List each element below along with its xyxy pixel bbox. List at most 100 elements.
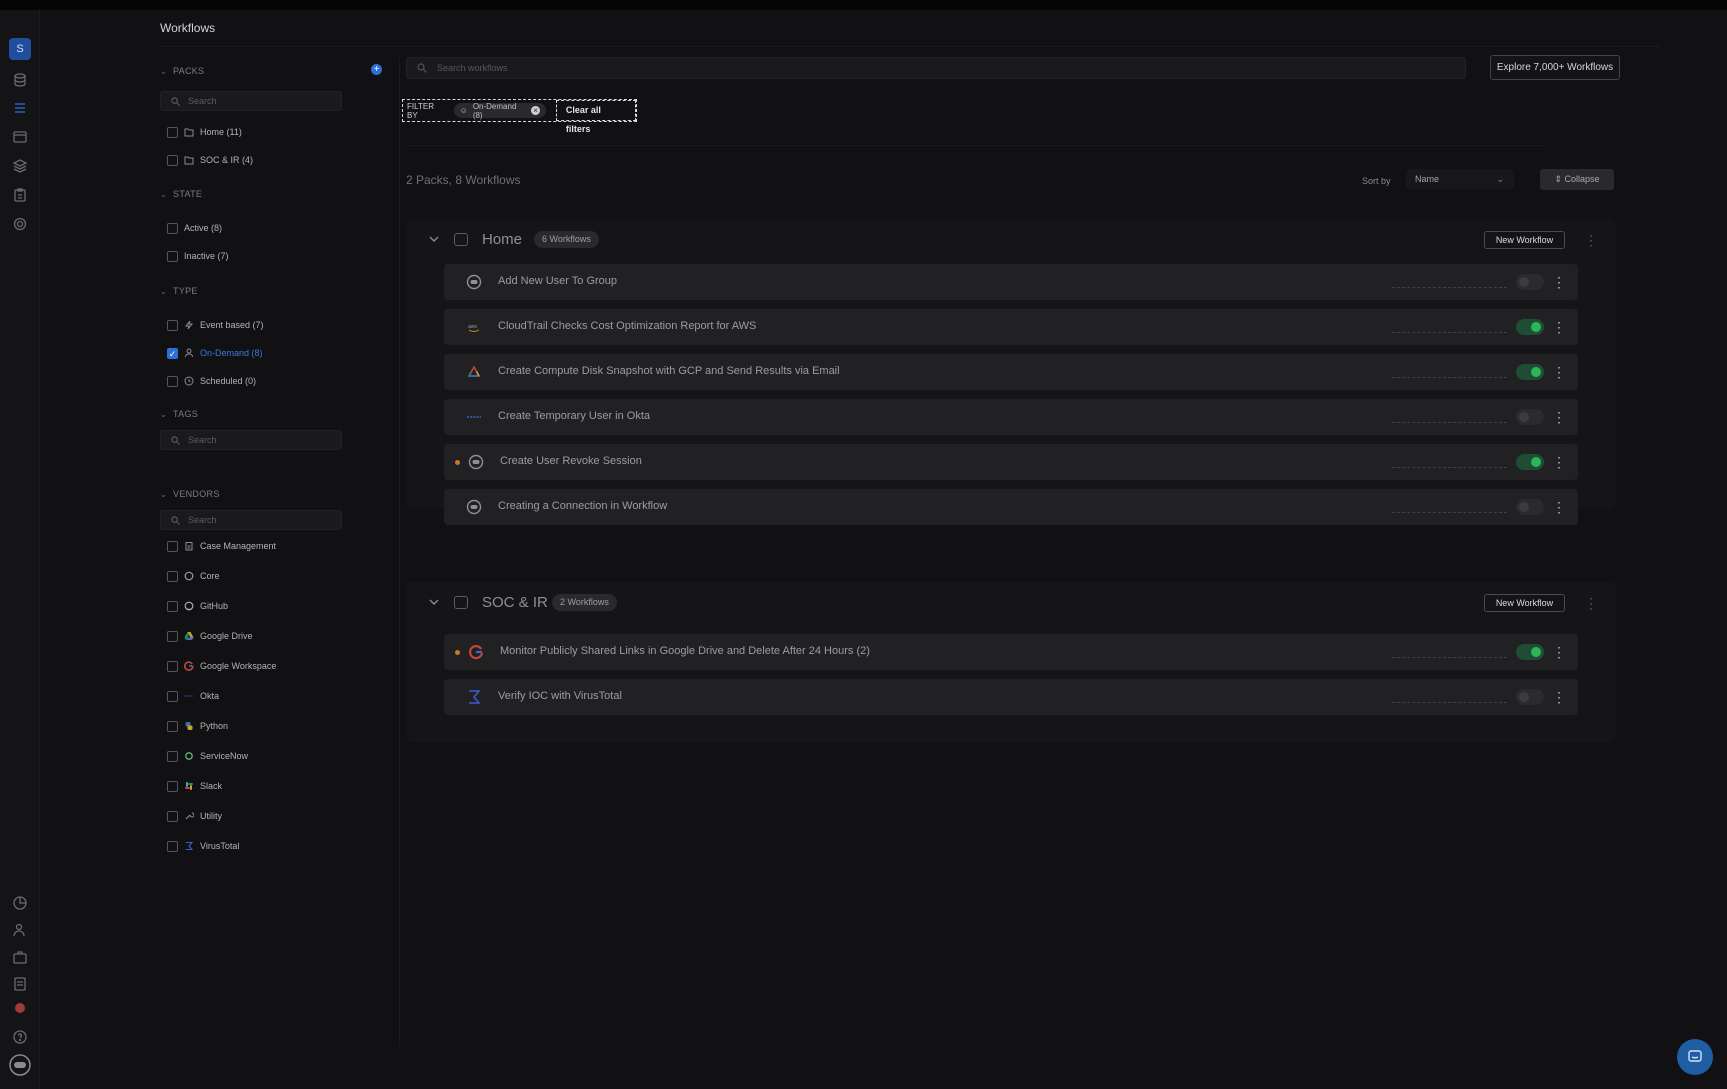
workflow-row[interactable]: Verify IOC with VirusTotal ⋮ [444, 679, 1578, 715]
type-filter-scheduled[interactable]: Scheduled (0) [167, 374, 256, 388]
new-workflow-button[interactable]: New Workflow [1484, 231, 1565, 249]
briefcase-icon[interactable] [12, 949, 28, 965]
pack-filter-home[interactable]: Home (11) [167, 125, 242, 139]
vendor-filter-github[interactable]: GitHub [167, 599, 228, 613]
chevron-down-icon[interactable] [428, 233, 440, 245]
checkbox[interactable] [167, 690, 178, 702]
tags-section-header[interactable]: ⌄ TAGS [160, 409, 198, 419]
checkbox[interactable] [167, 720, 178, 732]
packs-search-input[interactable]: Search [160, 91, 342, 111]
kebab-menu-icon[interactable]: ⋮ [1552, 272, 1566, 292]
kebab-menu-icon[interactable]: ⋮ [1584, 231, 1598, 249]
kebab-menu-icon[interactable]: ⋮ [1584, 594, 1598, 612]
workflow-toggle[interactable] [1516, 364, 1544, 380]
filter-chip-on-demand[interactable]: ☺ On-Demand (8) × [453, 102, 546, 120]
type-section-header[interactable]: ⌄ TYPE [160, 286, 198, 296]
workflow-row[interactable]: Add New User To Group ⋮ [444, 264, 1578, 300]
vendor-filter-servicenow[interactable]: ServiceNow [167, 749, 248, 763]
vendor-filter-core[interactable]: Core [167, 569, 220, 583]
workflow-search-input[interactable]: Search workflows [406, 57, 1466, 79]
vendor-filter-google-drive[interactable]: Google Drive [167, 629, 253, 643]
workspace-avatar[interactable]: S [9, 38, 31, 60]
workflow-toggle[interactable] [1516, 274, 1544, 290]
checkbox[interactable] [167, 810, 178, 822]
kebab-menu-icon[interactable]: ⋮ [1552, 317, 1566, 337]
kebab-menu-icon[interactable]: ⋮ [1552, 642, 1566, 662]
checkbox[interactable] [167, 319, 178, 331]
settings-icon[interactable] [12, 216, 28, 232]
workflow-toggle[interactable] [1516, 454, 1544, 470]
checkbox[interactable] [167, 570, 178, 582]
checkbox[interactable] [167, 250, 178, 262]
database-icon[interactable] [12, 72, 28, 88]
chart-pie-icon[interactable] [12, 895, 28, 911]
activity-sparkline [1392, 702, 1507, 703]
type-filter-event-based[interactable]: Event based (7) [167, 318, 264, 332]
checkbox[interactable] [167, 840, 178, 852]
vendor-filter-okta[interactable]: Okta [167, 689, 219, 703]
new-workflow-button[interactable]: New Workflow [1484, 594, 1565, 612]
users-icon[interactable] [12, 922, 28, 938]
kebab-menu-icon[interactable]: ⋮ [1552, 362, 1566, 382]
state-section-header[interactable]: ⌄ STATE [160, 189, 202, 199]
vendor-filter-slack[interactable]: Slack [167, 779, 222, 793]
help-icon[interactable] [12, 1029, 28, 1045]
checkbox[interactable] [167, 375, 178, 387]
logo-icon[interactable] [9, 1054, 31, 1076]
checkbox[interactable] [167, 630, 178, 642]
collapse-label: Collapse [1564, 174, 1600, 184]
workflow-row[interactable]: Create Compute Disk Snapshot with GCP an… [444, 354, 1578, 390]
add-pack-button[interactable]: + [371, 64, 382, 75]
workflow-toggle[interactable] [1516, 644, 1544, 660]
state-filter-inactive[interactable]: Inactive (7) [167, 249, 229, 263]
workflow-row[interactable]: Monitor Publicly Shared Links in Google … [444, 634, 1578, 670]
vendor-filter-utility[interactable]: Utility [167, 809, 222, 823]
type-filter-on-demand[interactable]: ✓ On-Demand (8) [167, 346, 263, 360]
checkbox[interactable] [167, 126, 178, 138]
vendors-search-input[interactable]: Search [160, 510, 342, 530]
collapse-button[interactable]: ⇕ Collapse [1540, 169, 1614, 190]
pack-filter-soc-ir[interactable]: SOC & IR (4) [167, 153, 253, 167]
workflow-toggle[interactable] [1516, 689, 1544, 705]
workflow-row[interactable]: Create Temporary User in Okta ⋮ [444, 399, 1578, 435]
document-icon[interactable] [12, 976, 28, 992]
layers-icon[interactable] [12, 158, 28, 174]
checkbox[interactable] [167, 780, 178, 792]
vendors-section-header[interactable]: ⌄ VENDORS [160, 489, 220, 499]
activity-sparkline [1392, 287, 1507, 288]
window-icon[interactable] [12, 129, 28, 145]
checkbox-checked[interactable]: ✓ [167, 347, 178, 359]
vendor-filter-case-management[interactable]: Case Management [167, 539, 276, 553]
notification-icon[interactable] [12, 1000, 28, 1016]
checkbox[interactable] [167, 540, 178, 552]
vendor-filter-google-workspace[interactable]: Google Workspace [167, 659, 276, 673]
sort-select[interactable]: Name ⌄ [1406, 169, 1514, 189]
checkbox[interactable] [167, 750, 178, 762]
checkbox[interactable] [167, 600, 178, 612]
workflow-row[interactable]: aws CloudTrail Checks Cost Optimization … [444, 309, 1578, 345]
workflow-toggle[interactable] [1516, 499, 1544, 515]
clipboard-icon[interactable] [12, 187, 28, 203]
workflows-list-icon[interactable] [12, 100, 28, 116]
clear-all-filters-button[interactable]: Clear all filters [555, 100, 636, 134]
close-icon[interactable]: × [531, 106, 540, 115]
workflow-toggle[interactable] [1516, 409, 1544, 425]
chat-support-button[interactable] [1677, 1039, 1713, 1075]
explore-workflows-button[interactable]: Explore 7,000+ Workflows [1490, 55, 1620, 80]
workflow-toggle[interactable] [1516, 319, 1544, 335]
kebab-menu-icon[interactable]: ⋮ [1552, 407, 1566, 427]
vendor-filter-virustotal[interactable]: VirusTotal [167, 839, 239, 853]
kebab-menu-icon[interactable]: ⋮ [1552, 497, 1566, 517]
checkbox[interactable] [167, 660, 178, 672]
kebab-menu-icon[interactable]: ⋮ [1552, 452, 1566, 472]
checkbox[interactable] [167, 154, 178, 166]
chevron-down-icon[interactable] [428, 596, 440, 608]
packs-section-header[interactable]: ⌄ PACKS [160, 66, 204, 76]
workflow-row[interactable]: Creating a Connection in Workflow ⋮ [444, 489, 1578, 525]
workflow-row[interactable]: Create User Revoke Session ⋮ [444, 444, 1578, 480]
kebab-menu-icon[interactable]: ⋮ [1552, 687, 1566, 707]
state-filter-active[interactable]: Active (8) [167, 221, 222, 235]
vendor-filter-python[interactable]: Python [167, 719, 228, 733]
tags-search-input[interactable]: Search [160, 430, 342, 450]
checkbox[interactable] [167, 222, 178, 234]
